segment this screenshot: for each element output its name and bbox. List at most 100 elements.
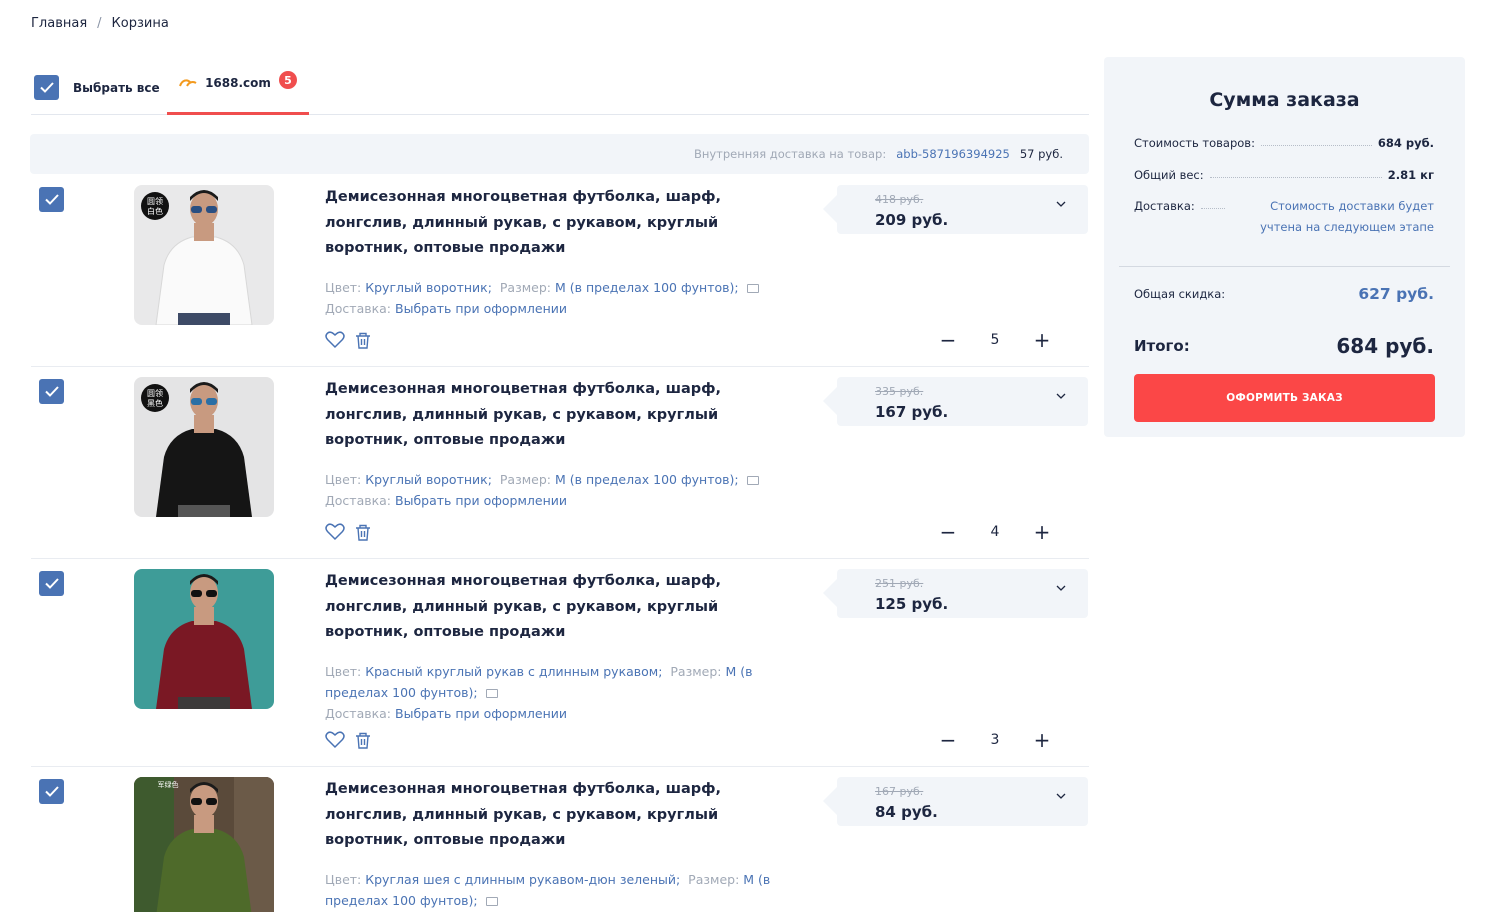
select-all[interactable]: Выбрать все [34,75,160,100]
discount-value: 627 руб. [1358,285,1434,303]
shop-name: 1688.com [205,76,271,90]
trash-icon[interactable] [355,732,371,749]
breadcrumb: Главная / Корзина [31,16,169,31]
heart-icon[interactable] [325,331,345,349]
summary-title: Сумма заказа [1209,89,1360,111]
new-price: 84 руб. [875,803,938,821]
old-price: 418 руб. [875,193,924,206]
folder-icon[interactable] [746,284,759,293]
folder-icon[interactable] [746,476,759,485]
price-box[interactable]: 251 руб. 125 руб. [823,569,1088,618]
decrease-button[interactable]: − [936,728,960,752]
increase-button[interactable]: + [1030,728,1054,752]
chevron-down-icon[interactable] [1056,585,1066,591]
breadcrumb-home[interactable]: Главная [31,16,87,31]
folder-icon[interactable] [485,689,498,698]
cart-item: 圆领 黑色 Демисезонная многоцветная футболка… [31,377,1089,559]
quantity-stepper: − 3 + [936,728,1054,752]
select-all-checkbox[interactable] [34,75,59,100]
cart-item: 军绿色 Демисезонная многоцветная футболка, … [31,777,1089,912]
summary-goods-row: Стоимость товаров: 684 руб. [1134,136,1434,150]
summary-weight-row: Общий вес: 2.81 кг [1134,168,1434,182]
new-price: 125 руб. [875,595,949,613]
summary-discount-row: Общая скидка: 627 руб. [1134,285,1434,303]
cart-item: 圆领 白色 Демисезонная многоцветная футболка… [31,185,1089,367]
weight-label: Общий вес: [1134,168,1204,182]
new-price: 167 руб. [875,403,949,421]
delivery-value: Стоимость доставки будет учтена на следу… [1260,199,1434,234]
delivery-value[interactable]: Выбрать при оформлении [395,706,567,721]
quantity-value[interactable]: 4 [960,524,1030,540]
product-props: Цвет: Круглая шея с длинным рукавом-дюн … [325,869,775,911]
delivery-value[interactable]: Выбрать при оформлении [395,301,567,316]
product-props: Цвет: Круглый воротник; Размер: M (в пре… [325,277,775,319]
size-label: Размер: [499,472,551,487]
trash-icon[interactable] [355,524,371,541]
quantity-value[interactable]: 3 [960,732,1030,748]
order-summary: Сумма заказа Стоимость товаров: 684 руб.… [1104,57,1465,437]
old-price: 335 руб. [875,385,924,398]
item-checkbox[interactable] [39,187,64,212]
check-icon [44,578,59,589]
summary-total-row: Итого: 684 руб. [1134,334,1434,358]
product-title[interactable]: Демисезонная многоцветная футболка, шарф… [325,185,775,262]
product-title[interactable]: Демисезонная многоцветная футболка, шарф… [325,569,775,646]
increase-button[interactable]: + [1030,520,1054,544]
quantity-stepper: − 5 + [936,328,1054,352]
decrease-button[interactable]: − [936,520,960,544]
cart-tabs: Выбрать все 1688.com 5 [31,60,1089,115]
delivery-label: Доставка: [325,301,392,316]
internal-delivery-cost: 57 руб. [1019,147,1063,161]
chevron-down-icon[interactable] [1056,793,1066,799]
summary-divider [1119,266,1450,267]
trash-icon[interactable] [355,332,371,349]
heart-icon[interactable] [325,731,345,749]
product-props: Цвет: Круглый воротник; Размер: M (в пре… [325,469,775,511]
delivery-value[interactable]: Выбрать при оформлении [395,493,567,508]
product-image[interactable]: 军绿色 [134,777,274,912]
total-label: Итого: [1134,337,1190,355]
breadcrumb-current: Корзина [111,16,169,31]
internal-delivery-label: Внутренняя доставка на товар: [693,147,887,161]
image-tag-top: 圆领 [147,388,163,398]
price-box[interactable]: 418 руб. 209 руб. [823,185,1088,234]
size-label: Размер: [499,280,551,295]
chevron-down-icon[interactable] [1056,201,1066,207]
size-label: Размер: [670,664,722,679]
quantity-value[interactable]: 5 [960,332,1030,348]
price-box[interactable]: 167 руб. 84 руб. [823,777,1088,826]
color-value: Круглый воротник; [365,472,492,487]
item-checkbox[interactable] [39,571,64,596]
decrease-button[interactable]: − [936,328,960,352]
internal-delivery-code[interactable]: abb-587196394925 [896,147,1010,161]
tab-1688[interactable]: 1688.com 5 [167,60,309,115]
check-icon [39,82,54,93]
check-icon [44,386,59,397]
place-order-button[interactable]: ОФОРМИТЬ ЗАКАЗ [1134,374,1435,422]
summary-delivery-row: Доставка: Стоимость доставки будет учтен… [1134,196,1434,238]
chevron-down-icon[interactable] [1056,393,1066,399]
item-actions [325,731,371,749]
item-checkbox[interactable] [39,779,64,804]
image-tag-bottom: 白色 [147,206,163,216]
price-box[interactable]: 335 руб. 167 руб. [823,377,1088,426]
product-title[interactable]: Демисезонная многоцветная футболка, шарф… [325,377,775,454]
1688-logo-icon [179,79,197,87]
product-image[interactable]: 圆领 白色 [134,185,274,325]
product-image[interactable] [134,569,274,709]
color-value: Красный круглый рукав с длинным рукавом; [365,664,663,679]
product-image[interactable]: 圆领 黑色 [134,377,274,517]
old-price: 251 руб. [875,577,924,590]
quantity-stepper: − 4 + [936,520,1054,544]
color-value: Круглая шея с длинным рукавом-дюн зелены… [365,872,681,887]
increase-button[interactable]: + [1030,328,1054,352]
image-tag-top: 圆领 [147,196,163,206]
item-checkbox[interactable] [39,379,64,404]
color-label: Цвет: [325,472,362,487]
delivery-label: Доставка: [325,493,392,508]
product-props: Цвет: Красный круглый рукав с длинным ру… [325,661,775,724]
discount-label: Общая скидка: [1134,287,1226,301]
product-title[interactable]: Демисезонная многоцветная футболка, шарф… [325,777,775,854]
heart-icon[interactable] [325,523,345,541]
folder-icon[interactable] [485,897,498,906]
